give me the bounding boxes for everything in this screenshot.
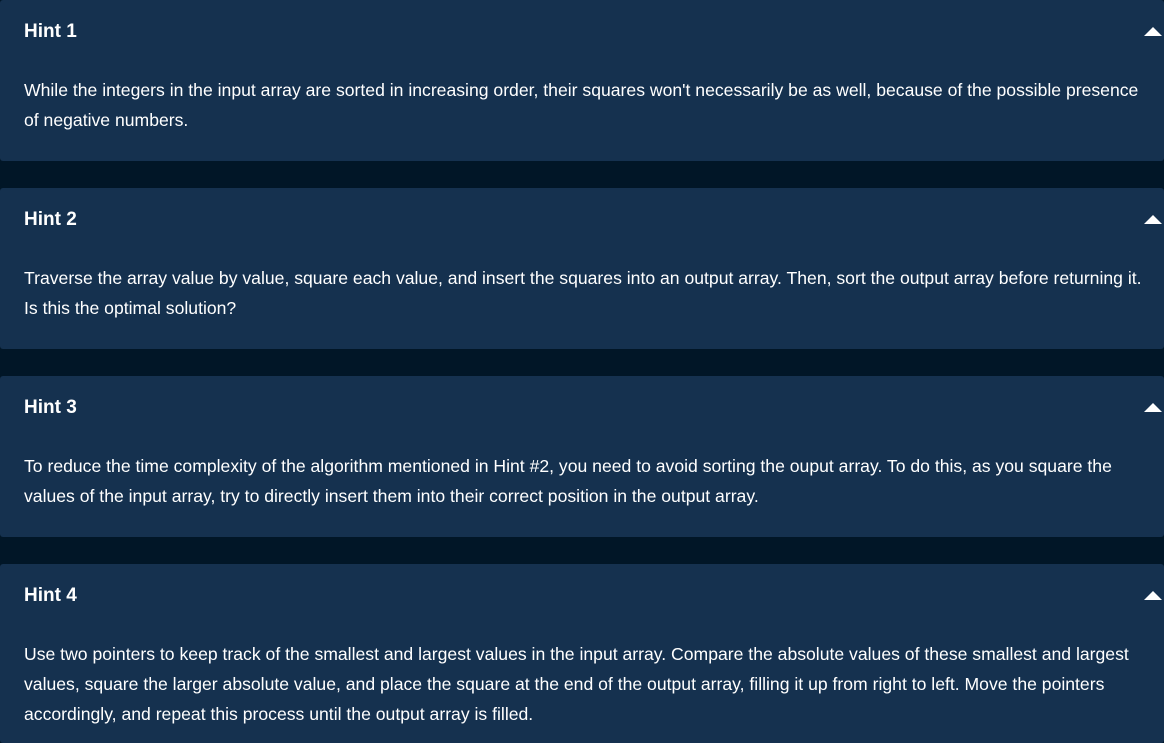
hint-2-header[interactable]: Hint 2 [24,208,1164,232]
chevron-up-icon[interactable] [1144,27,1162,36]
chevron-up-icon[interactable] [1144,591,1162,600]
chevron-up-icon[interactable] [1144,403,1162,412]
hint-4-body: Use two pointers to keep track of the sm… [24,644,1129,724]
hint-card-2: Hint 2 Traverse the array value by value… [0,188,1164,349]
hint-3-body: To reduce the time complexity of the alg… [24,456,1112,506]
hint-card-1: Hint 1 While the integers in the input a… [0,0,1164,161]
hint-card-3: Hint 3 To reduce the time complexity of … [0,376,1164,537]
hint-2-title: Hint 2 [24,209,77,230]
chevron-up-icon[interactable] [1144,215,1162,224]
hint-2-body: Traverse the array value by value, squar… [24,268,1142,318]
hints-list: Hint 1 While the integers in the input a… [0,0,1164,743]
hint-card-4: Hint 4 Use two pointers to keep track of… [0,564,1164,743]
hint-1-header[interactable]: Hint 1 [24,20,1164,44]
hint-3-title: Hint 3 [24,397,77,418]
hint-4-title: Hint 4 [24,585,77,606]
hint-4-header[interactable]: Hint 4 [24,584,1164,608]
hint-1-title: Hint 1 [24,21,77,42]
hint-3-header[interactable]: Hint 3 [24,396,1164,420]
hint-1-body: While the integers in the input array ar… [24,80,1139,130]
